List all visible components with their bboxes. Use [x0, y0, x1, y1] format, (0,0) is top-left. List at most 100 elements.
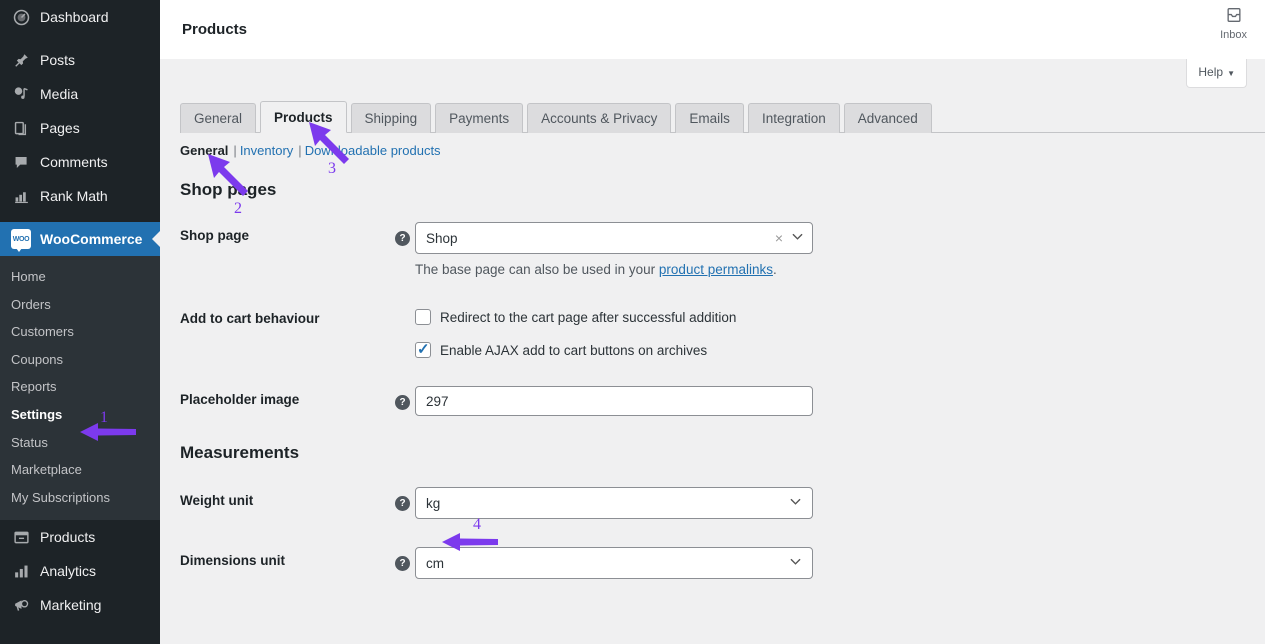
field-row-shop-page: Shop page ? Shop × The base page can als… — [180, 222, 1265, 277]
field-control-add-to-cart-behaviour: Redirect to the cart page after successf… — [415, 305, 1265, 358]
field-control-weight-unit: kg — [415, 487, 1265, 519]
field-label-dimensions-unit: Dimensions unit — [180, 553, 286, 568]
field-label-add-to-cart-behaviour: Add to cart behaviour — [180, 311, 320, 326]
subnav-item-general[interactable]: General — [180, 143, 228, 158]
dimensions-unit-value: cm — [426, 555, 444, 571]
tab-shipping[interactable]: Shipping — [350, 103, 432, 133]
tab-accounts-privacy[interactable]: Accounts & Privacy — [527, 103, 672, 133]
pages-icon — [11, 118, 31, 138]
woocommerce-logo-icon: WOO — [11, 229, 31, 252]
inbox-label: Inbox — [1220, 29, 1247, 41]
media-icon — [11, 84, 31, 104]
sidebar-divider — [0, 34, 160, 43]
checkbox-row-redirect-to-cart[interactable]: Redirect to the cart page after successf… — [415, 309, 1265, 325]
sidebar-item-label: Media — [40, 86, 79, 102]
sidebar-item-rank-math[interactable]: Rank Math — [0, 179, 160, 213]
tab-integration[interactable]: Integration — [747, 103, 840, 133]
submenu-item-reports[interactable]: Reports — [0, 373, 160, 401]
subnav-separator: | — [298, 143, 302, 158]
submenu-item-coupons[interactable]: Coupons — [0, 346, 160, 374]
shop-page-select[interactable]: Shop × — [415, 222, 813, 254]
question-mark-icon: ? — [395, 231, 410, 246]
sidebar-item-label: Analytics — [40, 563, 97, 580]
admin-sidebar: Dashboard Posts Media Pages Comments Ran… — [0, 0, 160, 644]
subnav-item-downloadable-products[interactable]: Downloadable products — [305, 143, 441, 158]
sidebar-item-media[interactable]: Media — [0, 77, 160, 111]
dashboard-icon — [11, 7, 31, 27]
sidebar-item-products[interactable]: Products — [0, 520, 160, 554]
field-row-placeholder-image: Placeholder image ? 297 — [180, 386, 1265, 416]
field-control-shop-page: Shop × The base page can also be used in… — [415, 222, 1265, 277]
analytics-icon — [11, 561, 31, 581]
sidebar-divider — [0, 213, 160, 222]
tab-emails[interactable]: Emails — [675, 103, 744, 133]
field-label-placeholder-image: Placeholder image — [180, 392, 300, 407]
pin-icon — [11, 50, 31, 70]
field-label-shop-page: Shop page — [180, 228, 250, 243]
sidebar-item-pages[interactable]: Pages — [0, 111, 160, 145]
field-label-weight-unit: Weight unit — [180, 493, 254, 508]
sidebar-item-label: WooCommerce — [40, 231, 143, 247]
description-text-after: . — [772, 262, 777, 277]
marketing-icon — [11, 595, 31, 615]
submenu-item-status[interactable]: Status — [0, 429, 160, 457]
top-header-bar: Products Inbox — [160, 0, 1265, 60]
weight-unit-select[interactable]: kg — [415, 487, 813, 519]
tab-advanced[interactable]: Advanced — [843, 103, 932, 133]
sidebar-item-marketing[interactable]: Marketing — [0, 588, 160, 622]
settings-tab-bar: General Products Shipping Payments Accou… — [180, 101, 1265, 133]
field-row-add-to-cart-behaviour: Add to cart behaviour Redirect to the ca… — [180, 305, 1265, 358]
checkbox-enable-ajax[interactable] — [415, 340, 431, 358]
page-title: Products — [182, 21, 248, 38]
help-tip-weight-unit[interactable]: ? — [395, 487, 415, 511]
help-tip-dimensions-unit[interactable]: ? — [395, 547, 415, 571]
rankmath-icon — [11, 186, 31, 206]
inbox-button[interactable]: Inbox — [1220, 6, 1247, 41]
checkbox-redirect-to-cart[interactable] — [415, 309, 431, 325]
submenu-item-customers[interactable]: Customers — [0, 318, 160, 346]
comments-icon — [11, 152, 31, 172]
subnav-item-inventory[interactable]: Inventory — [240, 143, 293, 158]
annotation-number-2: 2 — [234, 200, 242, 217]
chevron-down-icon — [791, 230, 804, 246]
section-heading-measurements: Measurements — [180, 443, 300, 462]
weight-unit-value: kg — [426, 495, 441, 511]
field-control-placeholder-image: 297 — [415, 386, 1265, 416]
annotation-number-1: 1 — [100, 409, 108, 426]
submenu-item-orders[interactable]: Orders — [0, 291, 160, 319]
sidebar-item-label: Marketing — [40, 597, 102, 614]
sidebar-item-label: Pages — [40, 120, 80, 136]
shop-page-value: Shop — [426, 230, 458, 246]
settings-content: General Products Shipping Payments Accou… — [160, 60, 1265, 579]
question-mark-icon: ? — [395, 395, 410, 410]
help-tip-shop-page[interactable]: ? — [395, 222, 415, 246]
dimensions-unit-select[interactable]: cm — [415, 547, 813, 579]
field-row-dimensions-unit: Dimensions unit ? cm — [180, 547, 1265, 579]
sidebar-item-comments[interactable]: Comments — [0, 145, 160, 179]
sidebar-item-analytics[interactable]: Analytics — [0, 554, 160, 588]
help-tip-placeholder-image[interactable]: ? — [395, 386, 415, 410]
woo-logo-text: WOO — [12, 235, 30, 243]
checkbox-row-enable-ajax[interactable]: Enable AJAX add to cart buttons on archi… — [415, 340, 1265, 358]
sidebar-item-label: Products — [40, 529, 96, 546]
submenu-item-home[interactable]: Home — [0, 263, 160, 291]
placeholder-image-input[interactable]: 297 — [415, 386, 813, 416]
submenu-item-my-subscriptions[interactable]: My Subscriptions — [0, 484, 160, 512]
sidebar-item-woocommerce[interactable]: WOO WooCommerce — [0, 222, 160, 256]
sidebar-item-label: Comments — [40, 154, 108, 170]
inbox-icon — [1225, 6, 1243, 27]
field-row-weight-unit: Weight unit ? kg — [180, 487, 1265, 519]
tab-general[interactable]: General — [180, 103, 257, 133]
sidebar-item-label: Dashboard — [40, 9, 109, 25]
tab-products[interactable]: Products — [260, 101, 347, 133]
submenu-item-settings[interactable]: Settings — [0, 401, 160, 429]
clear-icon[interactable]: × — [775, 230, 783, 246]
tab-payments[interactable]: Payments — [435, 103, 524, 133]
product-permalinks-link[interactable]: product permalinks — [659, 262, 773, 277]
annotation-number-3: 3 — [328, 160, 336, 177]
sidebar-item-dashboard[interactable]: Dashboard — [0, 0, 160, 34]
sidebar-item-posts[interactable]: Posts — [0, 43, 160, 77]
submenu-item-marketplace[interactable]: Marketplace — [0, 456, 160, 484]
question-mark-icon: ? — [395, 556, 410, 571]
subnav-separator: | — [233, 143, 237, 158]
